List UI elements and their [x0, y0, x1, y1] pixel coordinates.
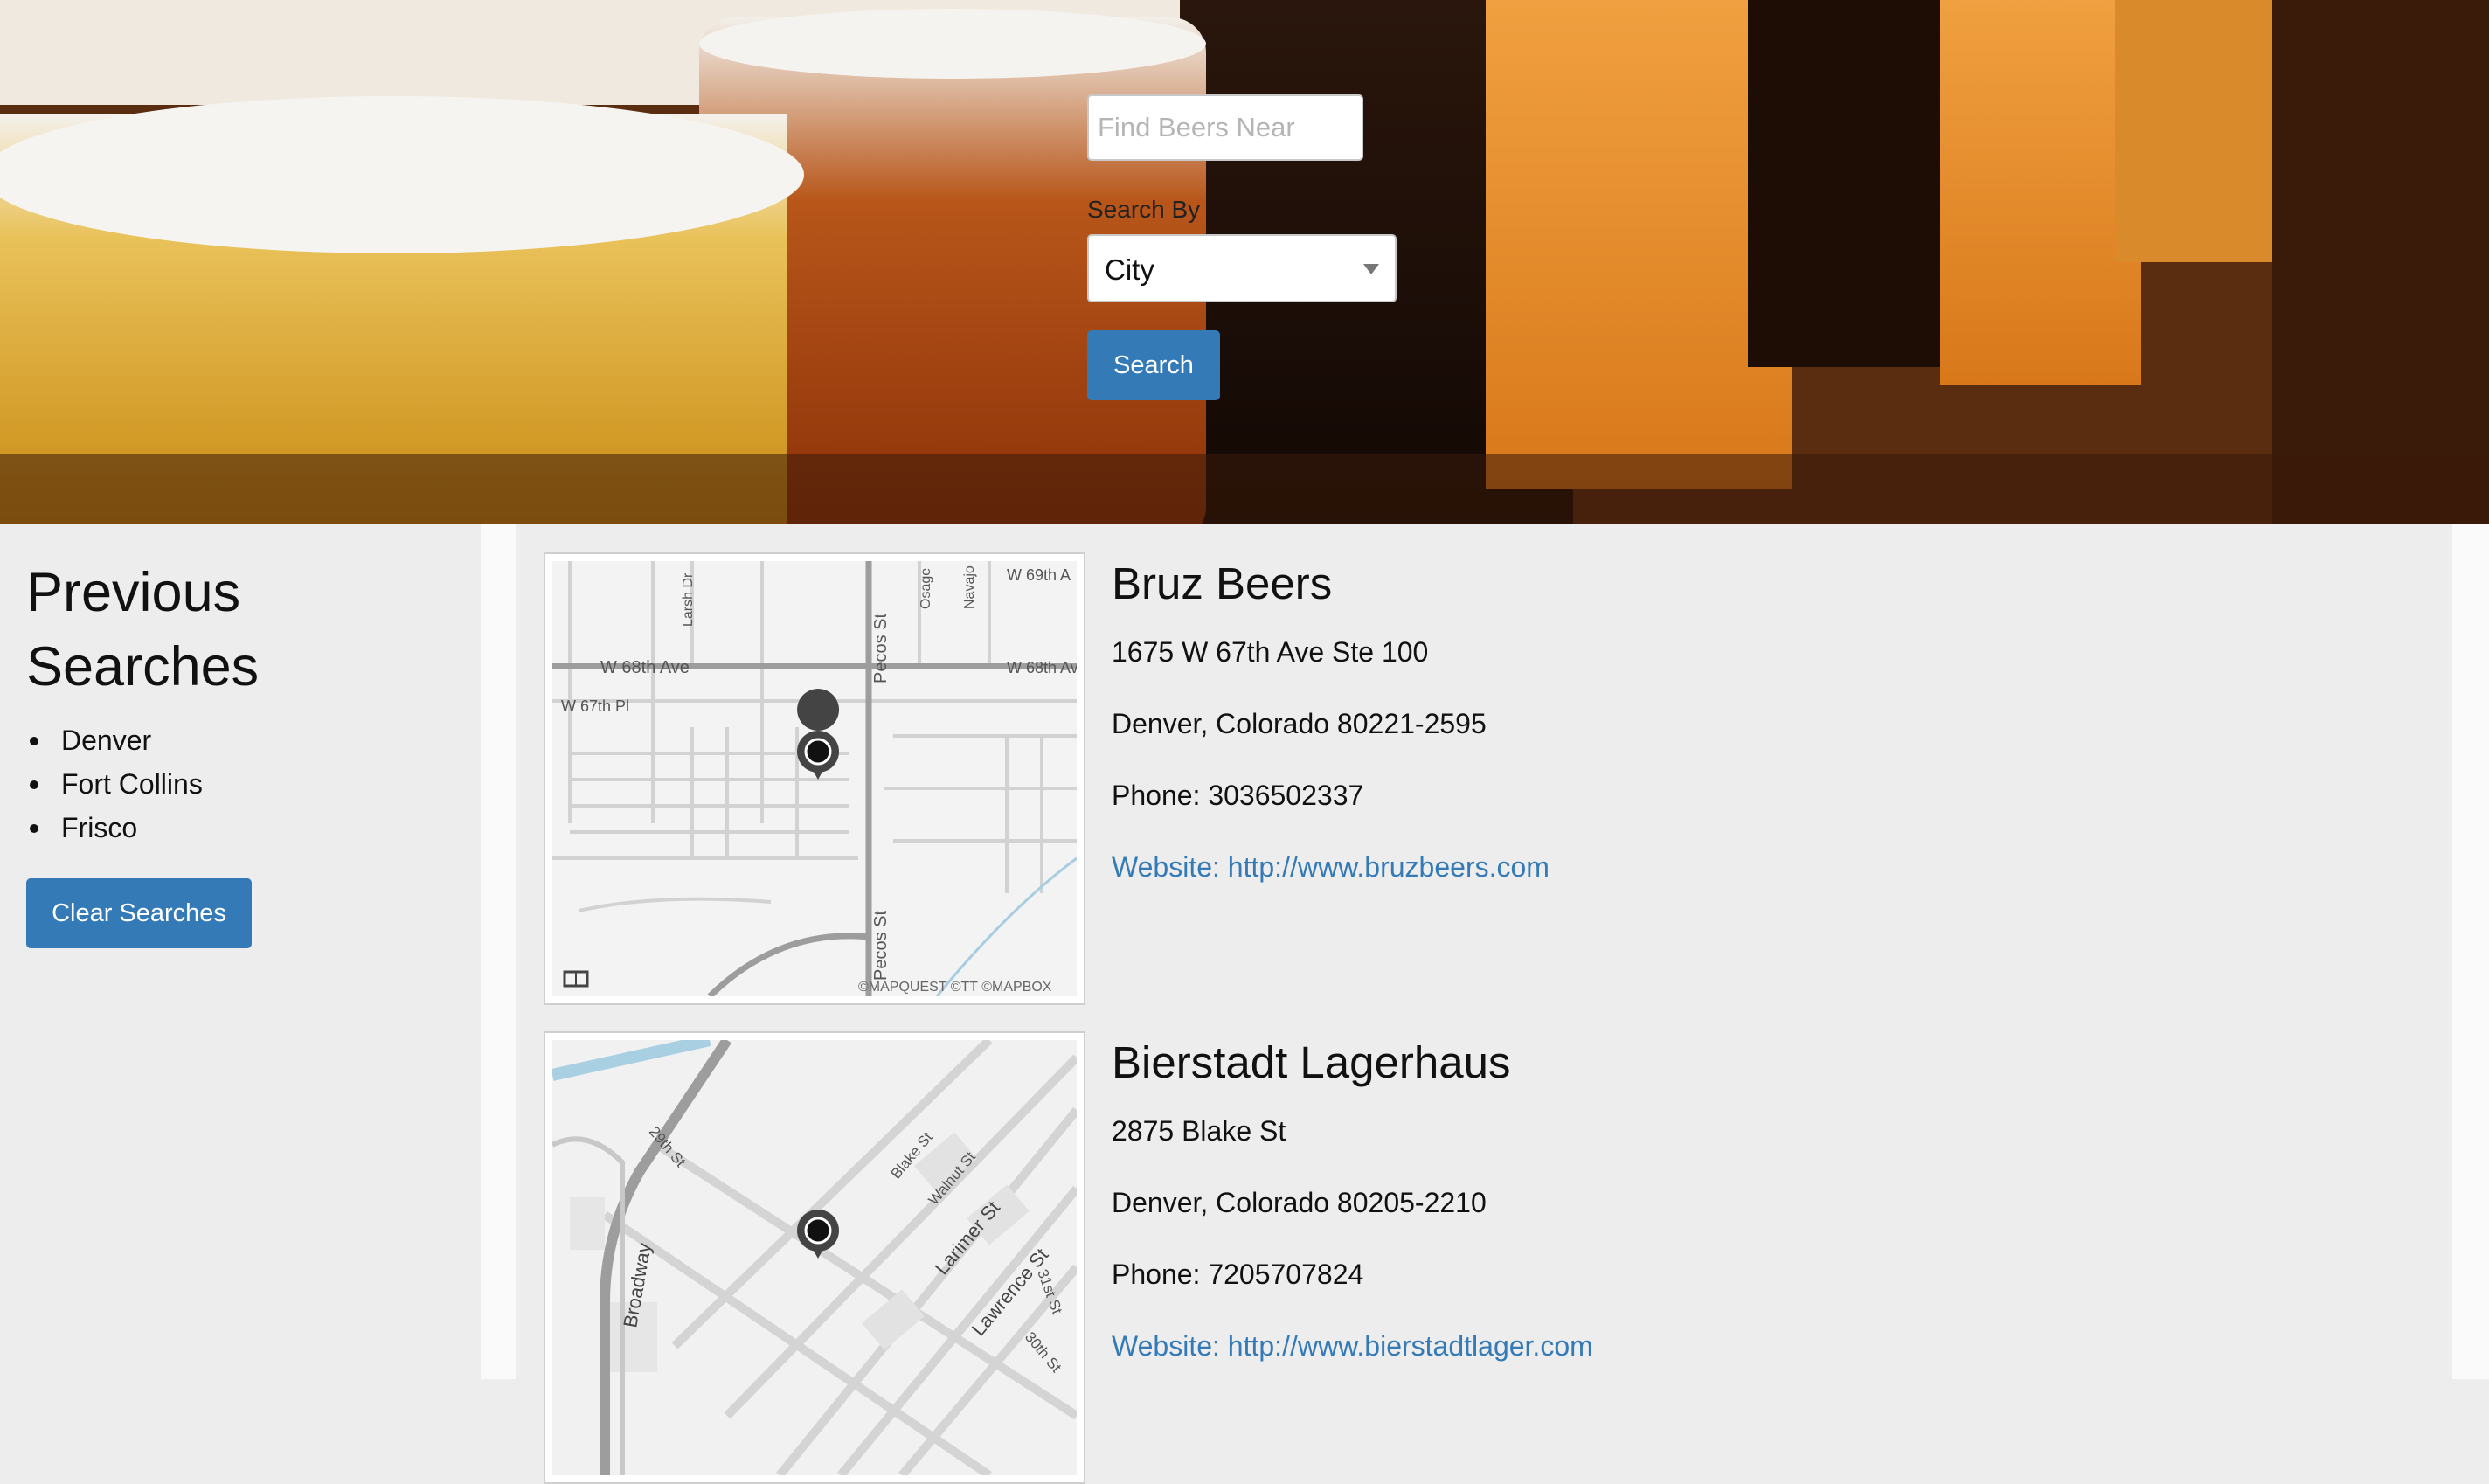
- previous-searches-title: Previous Searches: [26, 562, 260, 697]
- chevron-down-icon: [1363, 264, 1379, 274]
- map-image: W 68th Ave Pecos St W 68th Av W 67th Pl …: [552, 561, 1077, 996]
- map-street-label: W 67th Pl: [561, 697, 629, 715]
- brewery-city-line: Denver, Colorado 80221-2595: [1112, 708, 1487, 739]
- map-attribution: ©MAPQUEST ©TT ©MAPBOX: [858, 980, 1052, 995]
- previous-search-item[interactable]: Fort Collins: [26, 762, 203, 806]
- hero-banner: Search By City Search: [0, 0, 2489, 524]
- brewery-website-link[interactable]: Website: http://www.bierstadtlager.com: [1112, 1330, 1593, 1363]
- map-street-label: Pecos St: [871, 911, 891, 981]
- brewery-name: Bruz Beers: [1112, 558, 1333, 608]
- results-list: W 68th Ave Pecos St W 68th Av W 67th Pl …: [516, 524, 2452, 1484]
- map-street-label: W 69th A: [1007, 566, 1071, 584]
- brewery-address: 1675 W 67th Ave Ste 100: [1112, 636, 1429, 668]
- map-image: 29th St Blake St Walnut St Larimer St La…: [552, 1040, 1077, 1475]
- brewery-city-line: Denver, Colorado 80205-2210: [1112, 1187, 1487, 1218]
- search-by-selected-value: City: [1105, 253, 1154, 286]
- map-street-label: Navajo: [962, 565, 977, 609]
- map-street-label: Pecos St: [871, 614, 891, 683]
- brewery-address: 2875 Blake St: [1112, 1115, 1286, 1147]
- find-beers-input[interactable]: [1087, 94, 1363, 161]
- search-by-label: Search By: [1087, 196, 1201, 223]
- previous-searches-panel: Previous Searches Denver Fort Collins Fr…: [0, 524, 481, 1379]
- map-street-label: W 68th Av: [1007, 659, 1077, 676]
- clear-searches-button[interactable]: Clear Searches: [26, 878, 252, 948]
- previous-search-item[interactable]: Frisco: [26, 806, 203, 849]
- column-gutter: [481, 524, 516, 1379]
- map-street-label: Osage: [919, 568, 933, 609]
- brewery-website-link[interactable]: Website: http://www.bruzbeers.com: [1112, 851, 1550, 884]
- brewery-name: Bierstadt Lagerhaus: [1112, 1037, 1511, 1087]
- brewery-phone: Phone: 7205707824: [1112, 1259, 1364, 1290]
- search-button[interactable]: Search: [1087, 330, 1220, 400]
- right-gutter: [2452, 524, 2489, 1379]
- previous-searches-list: Denver Fort Collins Frisco: [26, 718, 203, 849]
- previous-search-item[interactable]: Denver: [26, 718, 203, 762]
- brewery-map[interactable]: 29th St Blake St Walnut St Larimer St La…: [544, 1031, 1085, 1484]
- search-by-select[interactable]: City: [1087, 234, 1397, 302]
- map-street-label: W 68th Ave: [600, 658, 690, 677]
- brewery-map[interactable]: W 68th Ave Pecos St W 68th Av W 67th Pl …: [544, 552, 1085, 1005]
- brewery-phone: Phone: 3036502337: [1112, 780, 1364, 811]
- map-street-label: Larsh Dr: [681, 572, 696, 627]
